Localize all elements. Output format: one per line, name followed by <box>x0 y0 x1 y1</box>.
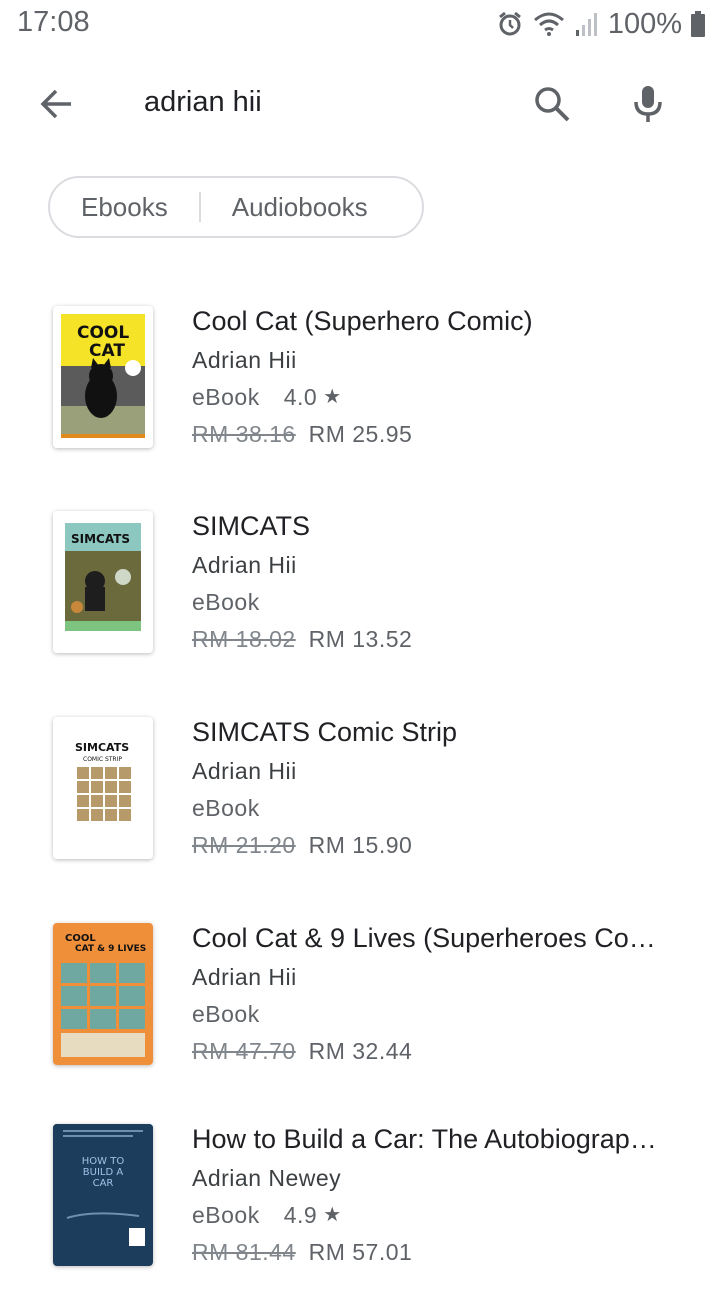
book-format: eBook <box>192 1202 260 1228</box>
book-meta: eBook 4.9 ★ <box>192 1200 682 1230</box>
search-icon <box>533 85 571 128</box>
book-info: SIMCATS Comic Strip Adrian Hii eBook RM … <box>192 715 682 860</box>
book-title: Cool Cat & 9 Lives (Superheroes Co… <box>192 923 656 953</box>
book-info: How to Build a Car: The Autobiograp… Adr… <box>192 1122 682 1267</box>
wifi-icon <box>532 10 566 38</box>
back-button[interactable] <box>30 80 82 132</box>
book-title: How to Build a Car: The Autobiograp… <box>192 1124 657 1154</box>
book-price: RM 21.20 RM 15.90 <box>192 830 682 860</box>
book-format: eBook <box>192 1001 260 1027</box>
chip-ebooks[interactable]: Ebooks <box>50 178 199 236</box>
book-author: Adrian Newey <box>192 1165 342 1191</box>
svg-text:CAT: CAT <box>89 341 125 361</box>
book-cover[interactable]: SIMCATS <box>53 511 153 653</box>
book-cover[interactable]: SIMCATS COMIC STRIP <box>53 717 153 859</box>
star-icon: ★ <box>323 1204 342 1226</box>
search-query[interactable]: adrian hii <box>144 86 262 119</box>
book-author: Adrian Hii <box>192 552 297 578</box>
sale-price: RM 13.52 <box>308 626 413 652</box>
book-author: Adrian Hii <box>192 964 297 990</box>
search-bar: adrian hii <box>0 56 720 152</box>
book-author: Adrian Hii <box>192 347 297 373</box>
original-price: RM 18.02 <box>192 626 296 652</box>
original-price: RM 38.16 <box>192 421 296 447</box>
list-item[interactable]: SIMCATS SIMCATS Adrian Hii eBook RM 18.0… <box>0 509 720 689</box>
search-button[interactable] <box>524 78 580 134</box>
book-format: eBook <box>192 795 260 821</box>
status-bar: 17:08 100% <box>0 0 720 48</box>
svg-text:COOL: COOL <box>77 323 129 343</box>
book-info: Cool Cat (Superhero Comic) Adrian Hii eB… <box>192 304 682 449</box>
list-item[interactable]: COOL CAT Cool Cat (Superhero Comic) Adri… <box>0 304 720 484</box>
book-price: RM 81.44 RM 57.01 <box>192 1237 682 1267</box>
book-cover[interactable]: COOL CAT <box>53 306 153 448</box>
sale-price: RM 57.01 <box>308 1239 413 1265</box>
sale-price: RM 25.95 <box>308 421 413 447</box>
chip-audiobooks[interactable]: Audiobooks <box>201 178 368 236</box>
book-format: eBook <box>192 589 260 615</box>
book-info: SIMCATS Adrian Hii eBook RM 18.02 RM 13.… <box>192 509 682 654</box>
book-rating: 4.9 <box>283 1202 318 1228</box>
mic-icon <box>633 84 663 129</box>
list-item[interactable]: COOL CAT & 9 LIVES Cool Cat & 9 Lives (S… <box>0 921 720 1101</box>
status-time: 17:08 <box>17 6 90 38</box>
battery-icon <box>690 10 706 38</box>
list-item[interactable]: SIMCATS COMIC STRIP SIMCATS Comic Strip … <box>0 715 720 895</box>
book-rating: 4.0 <box>283 384 318 410</box>
book-title: SIMCATS <box>192 511 311 541</box>
book-title: SIMCATS Comic Strip <box>192 717 458 747</box>
book-meta: eBook 4.0 ★ <box>192 382 682 412</box>
signal-icon <box>574 10 600 38</box>
alarm-icon <box>496 10 524 38</box>
svg-text:CAT & 9 LIVES: CAT & 9 LIVES <box>75 944 146 954</box>
book-author: Adrian Hii <box>192 758 297 784</box>
arrow-back-icon <box>38 86 74 127</box>
book-meta: eBook <box>192 587 682 617</box>
original-price: RM 47.70 <box>192 1038 296 1064</box>
svg-text:COMIC STRIP: COMIC STRIP <box>83 756 122 763</box>
book-title: Cool Cat (Superhero Comic) <box>192 306 533 336</box>
original-price: RM 81.44 <box>192 1239 296 1265</box>
original-price: RM 21.20 <box>192 832 296 858</box>
book-info: Cool Cat & 9 Lives (Superheroes Co… Adri… <box>192 921 682 1066</box>
book-price: RM 38.16 RM 25.95 <box>192 419 682 449</box>
status-icons: 100% <box>496 6 706 42</box>
voice-search-button[interactable] <box>620 78 676 134</box>
svg-text:COOL: COOL <box>65 933 96 944</box>
book-cover[interactable]: COOL CAT & 9 LIVES <box>53 923 153 1065</box>
svg-text:HOW TO: HOW TO <box>82 1156 125 1167</box>
book-cover[interactable]: HOW TO BUILD A CAR <box>53 1124 153 1266</box>
book-price: RM 47.70 RM 32.44 <box>192 1036 682 1066</box>
format-filter-chips: Ebooks Audiobooks <box>48 176 424 238</box>
book-meta: eBook <box>192 793 682 823</box>
sale-price: RM 15.90 <box>308 832 413 858</box>
list-item[interactable]: HOW TO BUILD A CAR How to Build a Car: T… <box>0 1122 720 1302</box>
svg-text:SIMCATS: SIMCATS <box>75 741 129 754</box>
battery-level: 100% <box>607 7 682 40</box>
book-format: eBook <box>192 384 260 410</box>
book-meta: eBook <box>192 999 682 1029</box>
svg-text:CAR: CAR <box>93 1178 114 1189</box>
svg-text:SIMCATS: SIMCATS <box>71 532 130 546</box>
star-icon: ★ <box>323 386 342 408</box>
book-price: RM 18.02 RM 13.52 <box>192 624 682 654</box>
svg-text:BUILD A: BUILD A <box>83 1167 124 1178</box>
sale-price: RM 32.44 <box>308 1038 413 1064</box>
